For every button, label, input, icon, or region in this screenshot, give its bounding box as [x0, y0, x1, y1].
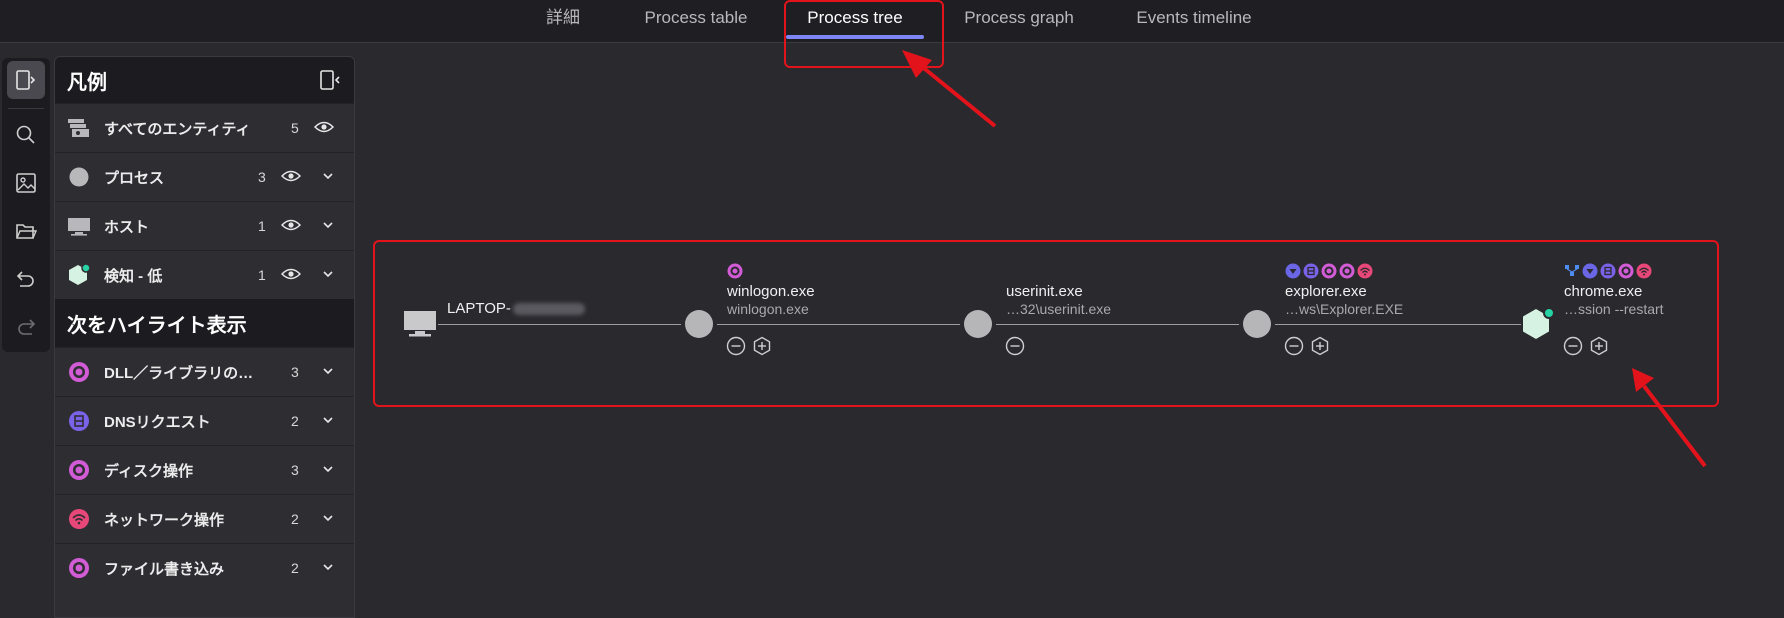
annotation-arrow-tree	[1632, 368, 1707, 468]
annotation-arrows	[902, 50, 1707, 468]
annotation-arrow-tab	[902, 50, 997, 128]
